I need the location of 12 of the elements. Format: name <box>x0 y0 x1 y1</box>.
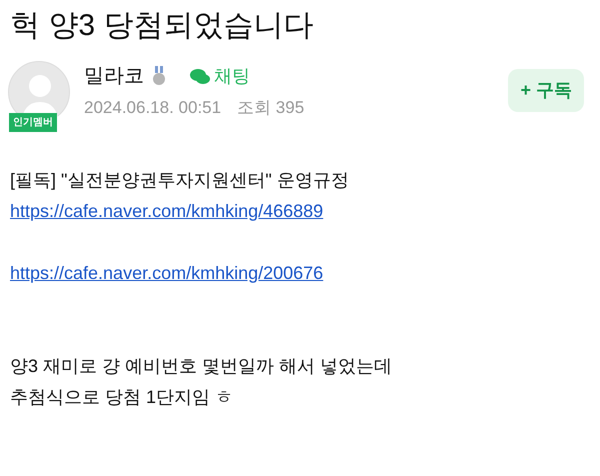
body-text: [필독] "실전분양권투자지원센터" 운영규정 <box>10 169 350 192</box>
post-link[interactable]: https://cafe.naver.com/kmhking/200676 <box>10 263 324 283</box>
post-title: 헉 양3 당첨되었습니다 <box>10 8 314 44</box>
post-date: 2024.06.18. 00:51 <box>84 97 222 119</box>
subscribe-button[interactable]: + 구독 <box>508 69 584 112</box>
author-name: 밀라코 <box>84 64 144 89</box>
view-count: 조회 395 <box>237 97 304 119</box>
medal-icon <box>152 64 166 88</box>
post-link[interactable]: https://cafe.naver.com/kmhking/466889 <box>10 201 324 221</box>
body-text: 추첨식으로 당첨 1단지임 ㅎ <box>10 386 234 409</box>
member-badge: 인기멤버 <box>9 113 57 132</box>
body-text: 양3 재미로 걍 예비번호 몇번일까 해서 넣었는데 <box>10 355 394 378</box>
